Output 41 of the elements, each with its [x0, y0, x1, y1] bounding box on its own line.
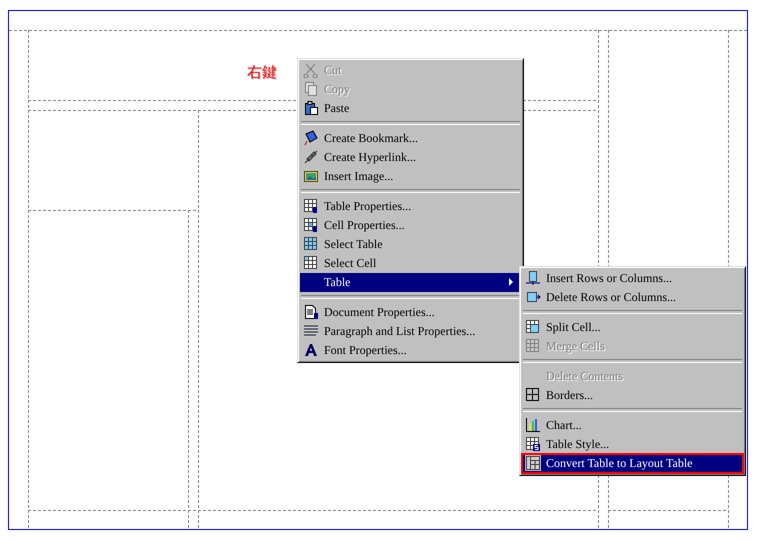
table-style-icon [525, 436, 541, 452]
menu-item[interactable]: Insert Rows or Columns... [522, 269, 743, 288]
bookmark-icon [303, 130, 319, 146]
font-icon [303, 342, 319, 358]
menu-item[interactable]: Create Bookmark... [300, 129, 521, 148]
menu-item[interactable]: Table Properties... [300, 197, 521, 216]
submenu-arrow-icon [509, 278, 514, 286]
menu-item[interactable]: Borders... [522, 386, 743, 405]
menu-item[interactable]: Split Cell... [522, 318, 743, 337]
menu-item[interactable]: Convert Table to Layout Table [522, 454, 743, 473]
table-info-icon [303, 198, 319, 214]
menu-item[interactable]: Insert Image... [300, 167, 521, 186]
canvas-label: 右鍵 [247, 63, 277, 82]
menu-item[interactable]: Document Properties... [300, 303, 521, 322]
clipboard-icon [303, 100, 319, 116]
merge-cells-icon [525, 338, 541, 354]
menu-item[interactable]: Create Hyperlink... [300, 148, 521, 167]
document-info-icon [303, 304, 319, 320]
menu-item[interactable]: Select Cell [300, 254, 521, 273]
menu-item[interactable]: Font Properties... [300, 341, 521, 360]
link-icon [303, 149, 319, 165]
menu-item[interactable]: Paragraph and List Properties... [300, 322, 521, 341]
menu-item[interactable]: Paste [300, 99, 521, 118]
copy-icon [303, 81, 319, 97]
image-icon [303, 168, 319, 184]
borders-icon [525, 387, 541, 403]
insert-rows-icon [525, 270, 541, 286]
layout-table-icon [525, 455, 541, 471]
delete-rows-icon [525, 289, 541, 305]
menu-item[interactable]: Delete Rows or Columns... [522, 288, 743, 307]
split-cell-icon [525, 319, 541, 335]
menu-item[interactable]: Chart... [522, 416, 743, 435]
menu-item[interactable]: Table Style... [522, 435, 743, 454]
chart-icon [525, 417, 541, 433]
cell-info-icon [303, 217, 319, 233]
menu-item[interactable]: Cell Properties... [300, 216, 521, 235]
scissors-icon [303, 62, 319, 78]
menu-item[interactable]: Table [300, 273, 521, 292]
menu-item[interactable]: Select Table [300, 235, 521, 254]
table-grid-icon [303, 236, 319, 252]
cell-grid-icon [303, 255, 319, 271]
